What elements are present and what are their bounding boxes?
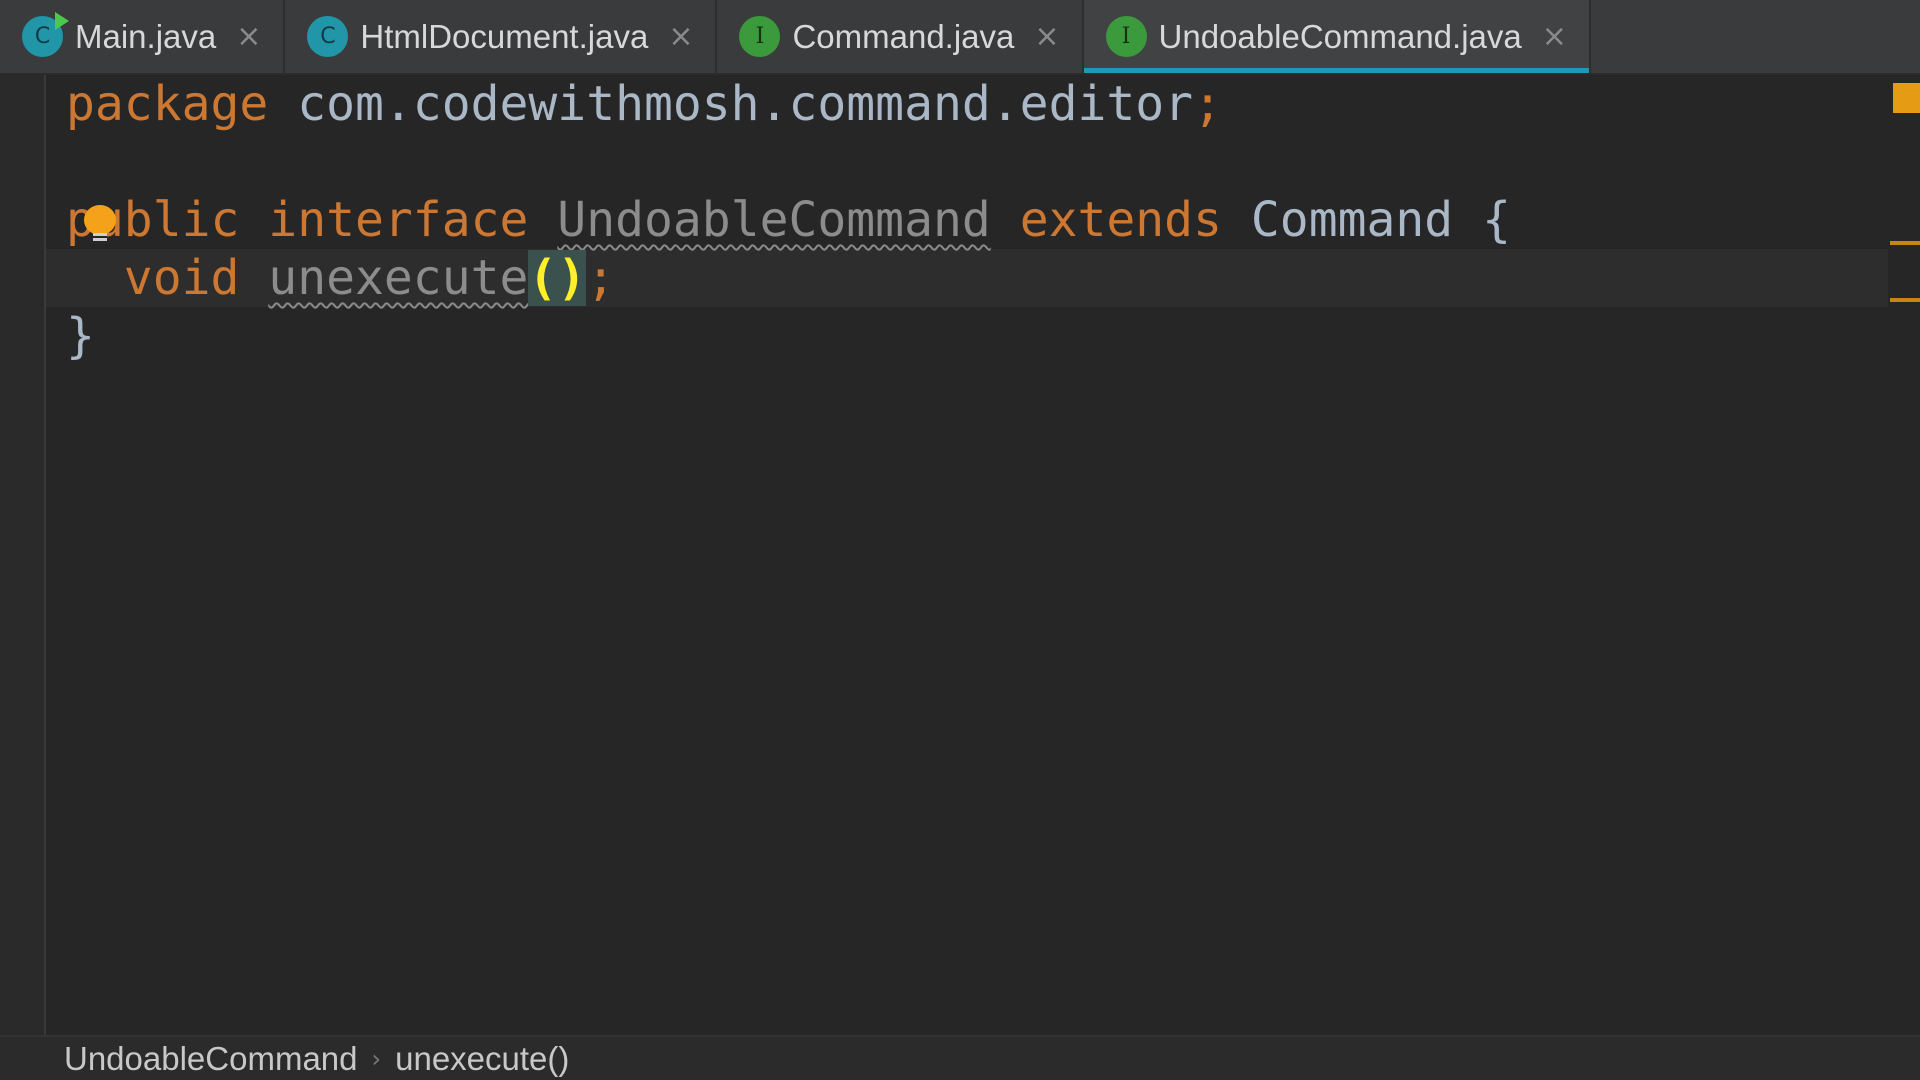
tab-label: HtmlDocument.java [360,17,649,55]
code-line-3[interactable]: public interface UndoableCommand extends… [66,191,1511,249]
code-line-1[interactable]: package com.codewithmosh.command.editor; [66,75,1222,133]
method-name[interactable]: unexecute [268,250,528,306]
warning-marker[interactable] [1890,298,1920,302]
interface-icon: I [1105,16,1147,57]
close-icon[interactable]: × [236,21,261,52]
lightbulb-base [93,233,107,243]
warning-status-icon[interactable] [1893,83,1920,113]
interface-name[interactable]: UndoableCommand [557,192,990,248]
keyword-extends: extends [1019,192,1222,248]
package-name: com.codewithmosh.command.editor [297,76,1194,132]
run-badge-icon [55,12,69,30]
matched-parens: () [528,250,587,306]
warning-marker[interactable] [1890,241,1920,245]
tab-label: Command.java [792,17,1015,55]
class-glyph: C [34,24,51,49]
code-line-5[interactable]: } [66,307,95,365]
close-icon[interactable]: × [1034,21,1059,52]
chevron-right-icon: › [371,1044,382,1073]
keyword-package: package [66,76,269,132]
lightbulb-icon[interactable] [84,205,116,245]
class-icon: C [307,16,349,57]
code-editor[interactable]: package com.codewithmosh.command.editor;… [46,75,1920,1035]
code-line-4[interactable]: void unexecute(); [66,249,615,307]
lightbulb-globe [84,205,116,235]
breadcrumb: UndoableCommand › unexecute() [0,1035,1920,1080]
keyword-void: void [123,250,240,306]
interface-glyph: I [1121,24,1131,49]
keyword-interface: interface [268,192,529,248]
tab-command-java[interactable]: I Command.java × [717,0,1084,73]
semicolon: ; [586,250,616,306]
editor-gutter[interactable] [0,75,46,1035]
breadcrumb-item-method[interactable]: unexecute() [395,1040,569,1078]
tab-htmldocument-java[interactable]: C HtmlDocument.java × [285,0,718,73]
close-icon[interactable]: × [668,21,693,52]
tab-undoablecommand-java[interactable]: I UndoableCommand.java × [1083,0,1591,73]
tab-label: Main.java [75,17,217,55]
interface-glyph: I [755,24,765,49]
interface-icon: I [739,16,781,57]
open-brace: { [1482,192,1511,248]
tab-label: UndoableCommand.java [1158,17,1522,55]
tab-main-java[interactable]: C Main.java × [0,0,286,73]
parent-type[interactable]: Command [1251,192,1453,248]
semicolon: ; [1193,76,1222,132]
breadcrumb-item-interface[interactable]: UndoableCommand [64,1040,358,1078]
close-icon[interactable]: × [1542,21,1567,52]
class-run-icon: C [22,12,69,57]
close-brace: } [66,308,95,364]
class-glyph: C [320,24,336,49]
editor-tab-bar: C Main.java × C HtmlDocument.java × I Co… [0,0,1920,75]
